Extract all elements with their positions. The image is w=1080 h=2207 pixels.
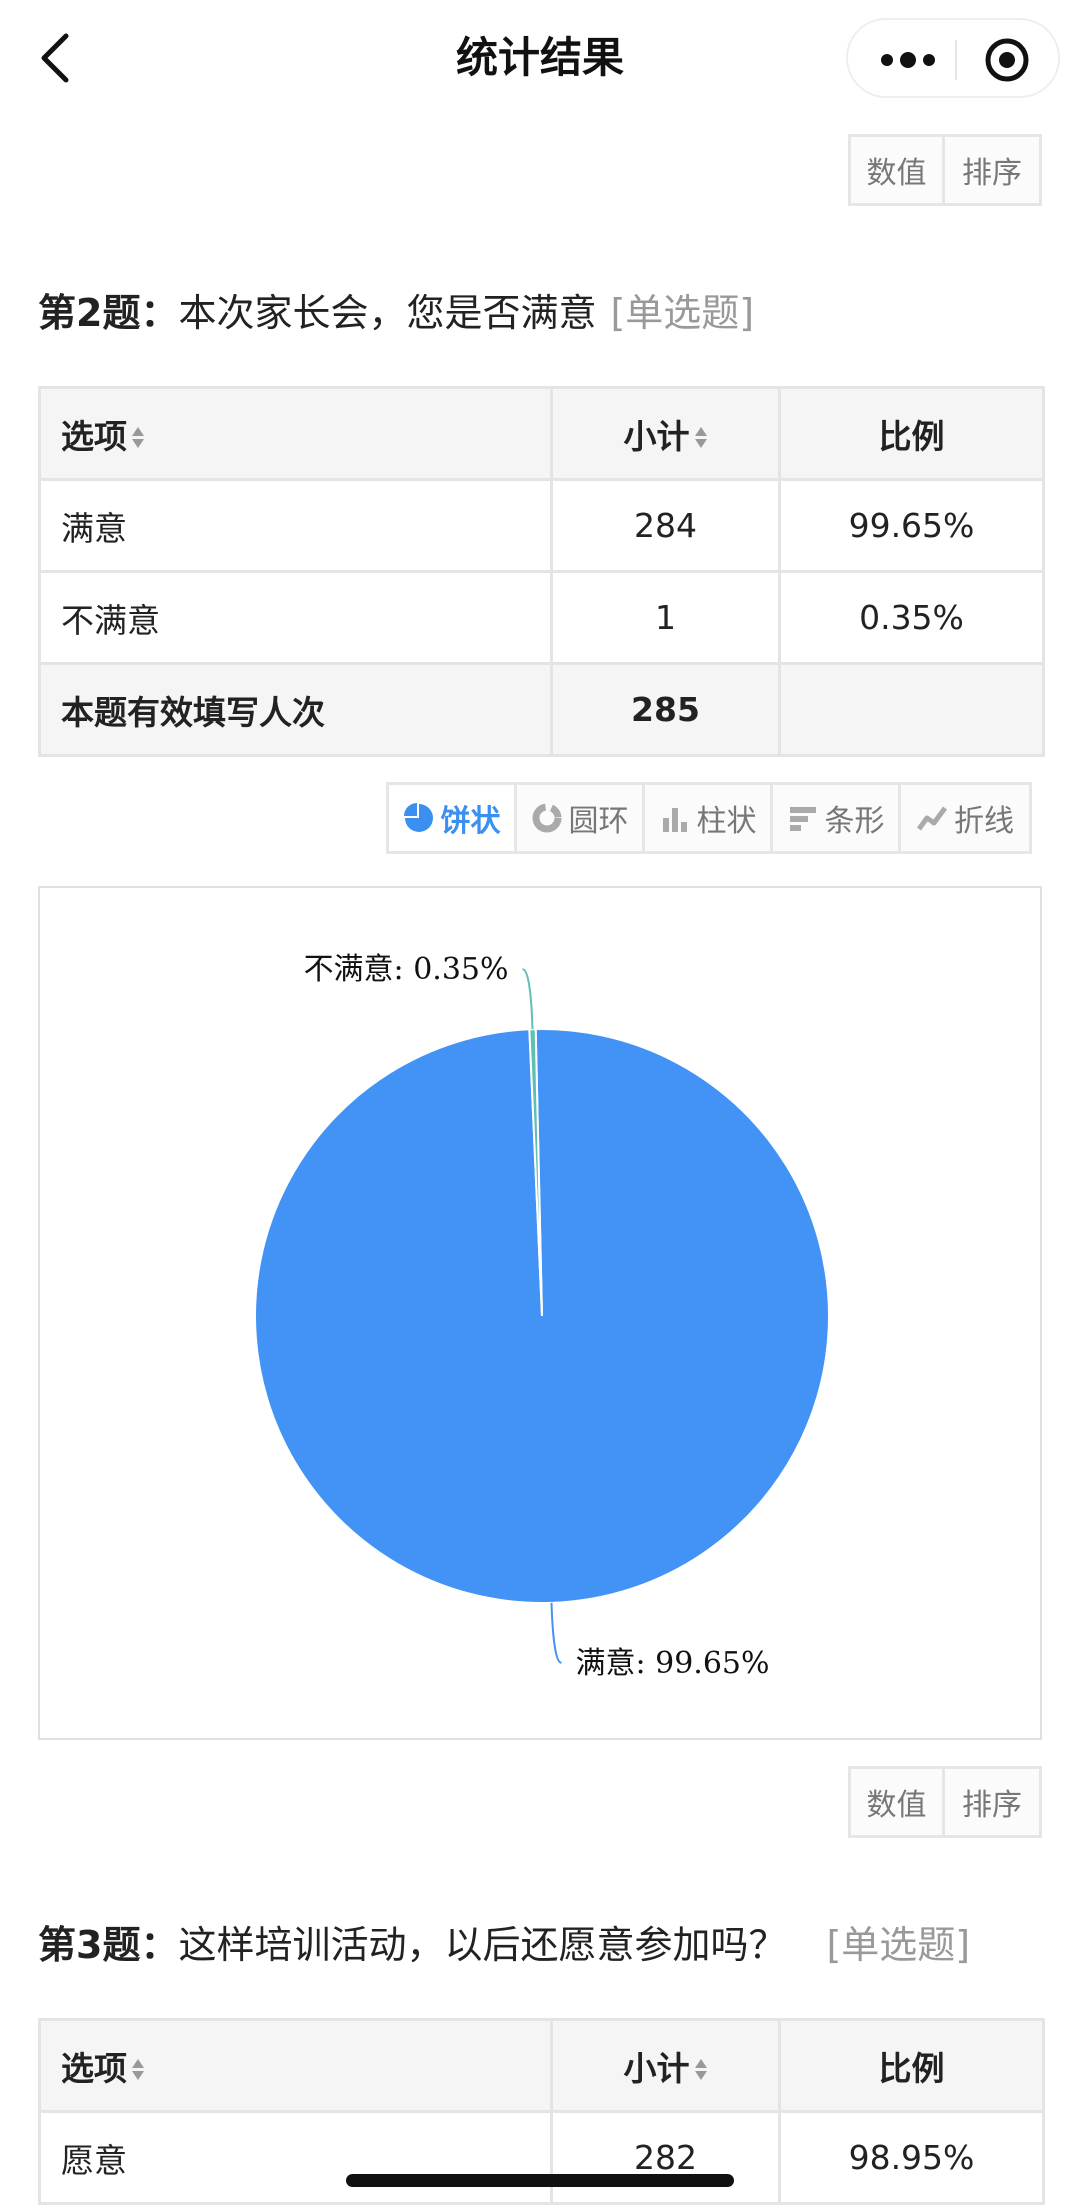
donut-chart-icon bbox=[532, 803, 561, 833]
q2-value-sort-group: 数值 排序 bbox=[848, 1766, 1042, 1838]
count-column-header[interactable]: 小计 bbox=[550, 386, 781, 481]
home-indicator bbox=[346, 2174, 734, 2187]
sort-arrows-icon bbox=[694, 423, 708, 453]
ratio-cell: 0.35% bbox=[778, 570, 1045, 665]
bar-chart-tab[interactable]: 条形 bbox=[773, 785, 901, 851]
count-cell: 284 bbox=[550, 478, 781, 573]
line-chart-tab[interactable]: 折线 bbox=[901, 785, 1029, 851]
sort-arrows-icon bbox=[694, 2055, 708, 2085]
question-number: 第2题： bbox=[38, 291, 179, 335]
ratio-column-header: 比例 bbox=[778, 386, 1045, 481]
total-empty-cell bbox=[778, 662, 1045, 757]
option-cell: 愿意 bbox=[38, 2110, 553, 2205]
value-button[interactable]: 数值 bbox=[851, 1769, 945, 1835]
ratio-cell: 98.95% bbox=[778, 2110, 1045, 2205]
pie-leader-line bbox=[550, 1602, 562, 1664]
column-chart-icon bbox=[662, 808, 687, 832]
pie-label: 不满意: 0.35% bbox=[304, 952, 509, 987]
total-label: 本题有效填写人次 bbox=[38, 662, 553, 757]
question-3-title: 第3题：这样培训活动，以后还愿意参加吗？ [单选题] bbox=[38, 1920, 970, 1970]
question-number: 第3题： bbox=[38, 1923, 179, 1967]
count-column-header[interactable]: 小计 bbox=[550, 2018, 781, 2113]
total-row: 本题有效填写人次 285 bbox=[38, 662, 1045, 757]
table-row: 满意 284 99.65% bbox=[38, 478, 1045, 573]
chart-type-toolbar: 饼状 圆环 柱状 条形 折线 bbox=[386, 782, 1032, 854]
capsule-divider bbox=[955, 40, 957, 80]
question-2-table: 选项 小计 比例 满意 284 99.65% 不满意 1 0.35% 本题有效填… bbox=[38, 386, 1045, 757]
table-row: 愿意 282 98.95% bbox=[38, 2110, 1045, 2205]
pie-leader-line bbox=[522, 968, 534, 1030]
pie-chart-container: 满意: 99.65% 不满意: 0.35% bbox=[38, 886, 1042, 1740]
q1-value-sort-group: 数值 排序 bbox=[848, 134, 1042, 206]
sort-button[interactable]: 排序 bbox=[945, 1769, 1039, 1835]
table-header-row: 选项 小计 比例 bbox=[38, 2018, 1045, 2113]
mini-program-capsule bbox=[846, 18, 1060, 98]
question-text: 这样培训活动，以后还愿意参加吗？ bbox=[178, 1923, 787, 1967]
sort-button[interactable]: 排序 bbox=[945, 137, 1039, 203]
total-count: 285 bbox=[550, 662, 781, 757]
sort-arrows-icon bbox=[131, 423, 145, 453]
sort-arrows-icon bbox=[131, 2055, 145, 2085]
question-text: 本次家长会，您是否满意 bbox=[178, 291, 597, 335]
count-cell: 1 bbox=[550, 570, 781, 665]
donut-chart-tab[interactable]: 圆环 bbox=[517, 785, 645, 851]
table-header-row: 选项 小计 比例 bbox=[38, 386, 1045, 481]
nav-bar: 统计结果 bbox=[0, 0, 1080, 118]
question-2-title: 第2题：本次家长会，您是否满意 [单选题] bbox=[38, 288, 754, 338]
pie-chart-icon bbox=[403, 803, 433, 832]
bar-chart-icon bbox=[789, 807, 816, 831]
table-row: 不满意 1 0.35% bbox=[38, 570, 1045, 665]
line-chart-icon bbox=[916, 806, 948, 831]
question-type: [单选题] bbox=[610, 291, 755, 335]
pie-chart: 满意: 99.65% 不满意: 0.35% bbox=[254, 952, 830, 1681]
close-miniprogram-icon[interactable] bbox=[984, 37, 1030, 83]
option-cell: 满意 bbox=[38, 478, 553, 573]
column-chart-tab[interactable]: 柱状 bbox=[645, 785, 773, 851]
ratio-cell: 99.65% bbox=[778, 478, 1045, 573]
option-column-header[interactable]: 选项 bbox=[38, 386, 553, 481]
question-type: [单选题] bbox=[826, 1923, 971, 1967]
pie-chart-tab[interactable]: 饼状 bbox=[389, 785, 517, 851]
count-cell: 282 bbox=[550, 2110, 781, 2205]
ratio-column-header: 比例 bbox=[778, 2018, 1045, 2113]
option-column-header[interactable]: 选项 bbox=[38, 2018, 553, 2113]
more-options-icon[interactable] bbox=[878, 42, 938, 78]
pie-label: 满意: 99.65% bbox=[575, 1646, 769, 1681]
value-button[interactable]: 数值 bbox=[851, 137, 945, 203]
option-cell: 不满意 bbox=[38, 570, 553, 665]
